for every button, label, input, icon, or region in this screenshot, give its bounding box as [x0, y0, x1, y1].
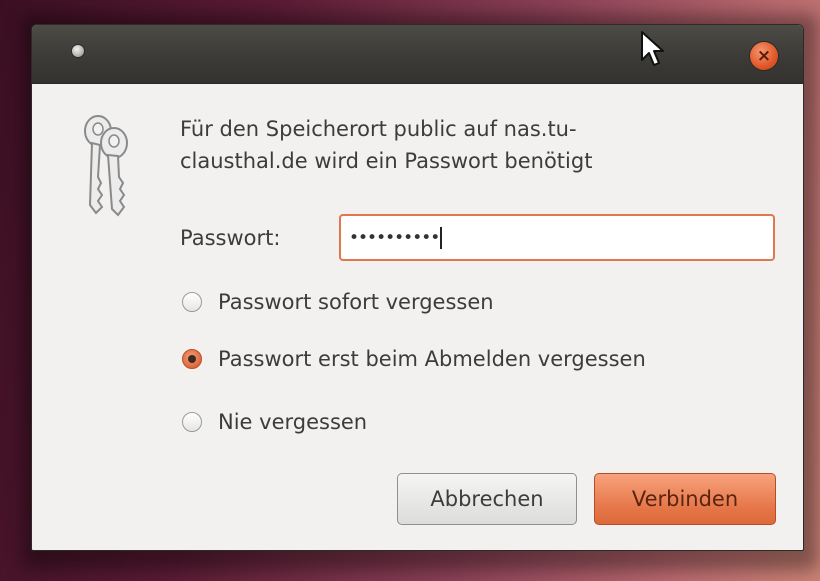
close-icon: ×: [756, 46, 772, 66]
keys-icon: [84, 115, 128, 217]
text-caret: [440, 227, 442, 249]
radio-button[interactable]: [182, 292, 202, 312]
title-bar[interactable]: ×: [32, 25, 803, 84]
window-menu-icon[interactable]: [72, 45, 84, 57]
radio-button-checked[interactable]: [182, 349, 202, 369]
password-masked-value: ••••••••••: [349, 228, 440, 248]
radio-forget-on-logout[interactable]: Passwort erst beim Abmelden vergessen: [182, 342, 646, 376]
password-dialog: × Für den Speicherort public auf nas.tu-…: [31, 24, 804, 551]
password-label: Passwort:: [180, 226, 281, 250]
radio-label: Nie vergessen: [218, 410, 368, 434]
close-button[interactable]: ×: [750, 42, 778, 70]
dialog-message-line-2: clausthal.de wird ein Passwort benötigt: [180, 149, 593, 173]
radio-forget-immediately[interactable]: Passwort sofort vergessen: [182, 285, 494, 319]
radio-label: Passwort erst beim Abmelden vergessen: [218, 347, 646, 371]
cancel-button[interactable]: Abbrechen: [397, 473, 577, 525]
dialog-message: Für den Speicherort public auf nas.tu- c…: [180, 113, 750, 177]
connect-button[interactable]: Verbinden: [594, 473, 776, 525]
mouse-pointer-icon: [641, 31, 664, 66]
radio-button[interactable]: [182, 412, 202, 432]
radio-label: Passwort sofort vergessen: [218, 290, 494, 314]
radio-never-forget[interactable]: Nie vergessen: [182, 405, 367, 439]
dialog-message-line-1: Für den Speicherort public auf nas.tu-: [180, 117, 577, 141]
